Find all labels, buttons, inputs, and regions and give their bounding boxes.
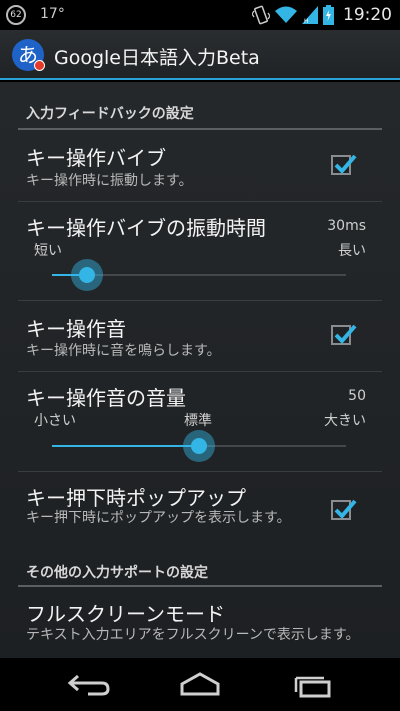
pref-summary: キー操作時に振動します。 [26,173,193,189]
check-icon [334,499,357,519]
temperature-text: 17° [40,6,65,22]
notification-count-icon: 62 [6,5,26,25]
status-bar: 62 17° H 19:20 [0,0,400,30]
vibrate-checkbox[interactable] [331,154,357,175]
action-bar: あ Google日本語入力Beta [0,30,400,80]
section-header-other-support: その他の入力サポートの設定 [26,565,208,581]
pref-summary: キー操作時に音を鳴らします。 [26,343,221,359]
section-header-input-feedback: 入力フィードバックの設定 [26,106,194,122]
slider-track[interactable] [52,430,346,462]
section-divider [18,585,382,587]
app-icon-badge [34,60,45,71]
slider-max-label: 大きい [324,413,366,429]
pref-title: キー押下時ポップアップ [26,486,246,510]
divider [18,371,382,372]
check-icon [334,324,357,344]
pref-title: キー操作音の音量 [26,386,186,410]
back-button[interactable] [58,670,118,700]
page-title: Google日本語入力Beta [54,47,260,69]
slider-min-label: 小さい [34,413,76,429]
slider-value: 50 [348,388,366,404]
slider-fill [52,445,199,447]
slider-track[interactable] [52,259,346,291]
pref-title: フルスクリーンモード [26,602,225,626]
settings-list[interactable]: 入力フィードバックの設定 キー操作バイブ キー操作時に振動します。 キー操作バイ… [0,82,400,658]
pref-title: キー操作音 [26,317,126,341]
popup-checkbox[interactable] [331,499,357,520]
signal-icon: H [302,6,318,24]
slider-mid-label: 標準 [184,413,212,429]
home-icon [180,672,220,696]
divider [18,471,382,472]
slider-thumb-core [79,267,96,283]
wifi-icon [275,6,297,23]
recent-apps-icon [294,676,331,698]
back-icon [67,674,110,696]
sound-checkbox[interactable] [331,324,357,345]
check-icon [334,154,357,174]
slider-thumb-core [191,438,207,454]
section-divider [18,128,382,130]
slider-thumb[interactable] [183,430,215,462]
pref-summary: キー押下時にポップアップを表示します。 [26,510,291,526]
pref-summary: テキスト入力エリアをフルスクリーンで表示します。 [26,627,360,643]
clock: 19:20 [343,5,392,25]
navigation-bar [0,658,400,711]
divider [18,300,382,301]
slider-max-label: 長い [338,243,366,259]
slider-min-label: 短い [34,243,62,259]
recent-apps-button[interactable] [282,670,342,700]
slider-thumb[interactable] [71,259,104,291]
pref-title: キー操作バイブ [26,146,166,170]
pref-title: キー操作バイブの振動時間 [26,216,266,240]
slider-value: 30ms [327,218,366,234]
home-button[interactable] [170,670,230,700]
divider [18,201,382,202]
vibrate-icon [252,5,270,25]
svg-text:H: H [304,18,309,24]
battery-charging-icon [323,5,334,25]
